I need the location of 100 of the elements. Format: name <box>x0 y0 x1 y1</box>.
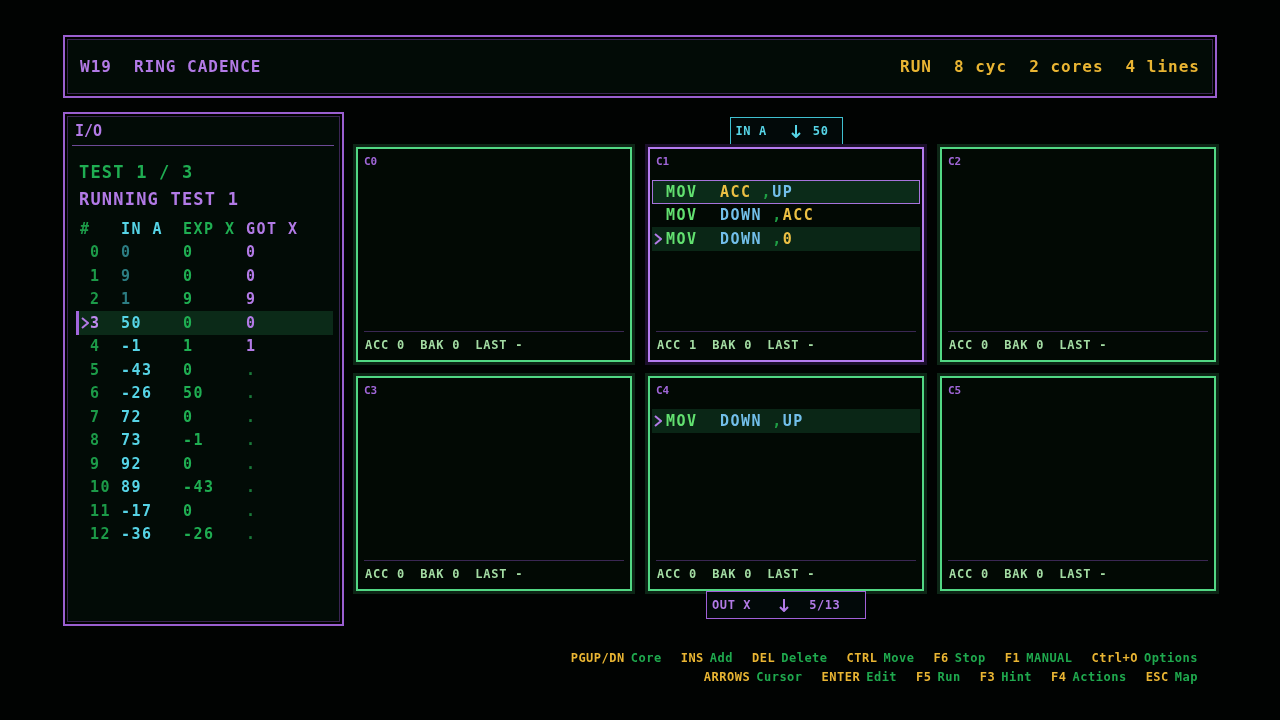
shortcut-hint: F5 Run <box>916 669 961 684</box>
shortcut-hint: PGUP/DN Core <box>570 650 662 665</box>
row-number: 6 <box>90 384 101 403</box>
expected-value: 0 <box>183 454 194 473</box>
expected-value: 9 <box>183 290 194 309</box>
register-readout: ACC 0 <box>949 566 990 581</box>
shortcut-hint: ESC Map <box>1145 669 1198 684</box>
shortcut-hint: ARROWS Cursor <box>703 669 803 684</box>
column-header: IN A <box>121 219 165 238</box>
input-value: -43 <box>121 360 153 379</box>
output-value: . <box>246 431 257 450</box>
expected-value: 0 <box>183 266 194 285</box>
register-readout: LAST - <box>767 337 816 352</box>
instruction-text: MOV DOWN ,ACC <box>666 206 815 225</box>
shortcut-hint: ENTER Edit <box>821 669 898 684</box>
output-value: . <box>246 384 257 403</box>
core-panel[interactable]: C0 ACC 0 BAK 0 LAST - <box>356 147 632 362</box>
down-arrow-icon <box>790 124 801 138</box>
core-name: C1 <box>656 155 670 168</box>
register-readout: BAK 0 <box>420 566 461 581</box>
shortcut-hint: INS Add <box>680 650 734 665</box>
shortcut-hint: F1 MANUAL <box>1004 650 1073 665</box>
input-value: -36 <box>121 525 153 544</box>
core-name: C3 <box>364 384 378 397</box>
register-readout: LAST - <box>1059 566 1108 581</box>
down-arrow-icon <box>779 598 790 612</box>
input-value: 73 <box>121 431 143 450</box>
shortcut-hint: F4 Actions <box>1051 669 1127 684</box>
expected-value: 0 <box>183 313 194 332</box>
row-number: 3 <box>90 313 101 332</box>
port-value: 5/13 <box>809 598 841 612</box>
expected-value: 50 <box>183 384 205 403</box>
row-number: 0 <box>90 243 101 262</box>
chevron-icon <box>654 414 662 427</box>
instruction-text: MOV DOWN ,0 <box>666 229 794 248</box>
register-readout: LAST - <box>767 566 816 581</box>
input-value: -17 <box>121 501 153 520</box>
register-readout: LAST - <box>475 337 524 352</box>
output-value: . <box>246 454 257 473</box>
core-panel[interactable]: C5 ACC 0 BAK 0 LAST - <box>940 376 1216 591</box>
row-number: 10 <box>90 478 112 497</box>
column-header: GOT X <box>246 219 300 238</box>
register-readout: ACC 0 <box>657 566 698 581</box>
column-header: # <box>80 219 92 238</box>
row-number: 1 <box>90 266 101 285</box>
instruction-text: MOV ACC ,UP <box>666 182 794 201</box>
row-number: 8 <box>90 431 101 450</box>
row-number: 5 <box>90 360 101 379</box>
core-name: C2 <box>948 155 962 168</box>
output-value: 0 <box>246 313 257 332</box>
header-stat: 2 cores <box>1029 57 1104 76</box>
puzzle-title: RING CADENCE <box>133 57 262 76</box>
panel-title: I/O <box>75 122 103 140</box>
expected-value: -26 <box>183 525 215 544</box>
input-value: -26 <box>121 384 153 403</box>
input-value: 89 <box>121 478 143 497</box>
input-value: 1 <box>121 290 132 309</box>
input-value: 50 <box>121 313 143 332</box>
register-readout: ACC 0 <box>949 337 990 352</box>
core-panel[interactable]: C2 ACC 0 BAK 0 LAST - <box>940 147 1216 362</box>
register-readout: BAK 0 <box>712 337 753 352</box>
shortcut-hint: DEL Delete <box>752 650 828 665</box>
port-label: OUT X <box>712 598 752 612</box>
input-value: 72 <box>121 407 143 426</box>
test-status: RUNNING TEST 1 <box>79 188 240 211</box>
shortcut-hint: CTRL Move <box>846 650 915 665</box>
port-label: IN A <box>735 124 767 138</box>
input-value: 92 <box>121 454 143 473</box>
core-name: C4 <box>656 384 670 397</box>
shortcut-hint: Ctrl+O Options <box>1091 650 1198 665</box>
core-panel[interactable]: C4 MOV DOWN ,UP ACC 0 BAK 0 LAST - <box>648 376 924 591</box>
row-number: 4 <box>90 337 101 356</box>
header-stat: 4 lines <box>1125 57 1200 76</box>
core-name: C0 <box>364 155 378 168</box>
test-counter: TEST 1 / 3 <box>79 161 194 184</box>
chevron-icon <box>81 316 89 329</box>
core-panel[interactable]: C3 ACC 0 BAK 0 LAST - <box>356 376 632 591</box>
output-value: . <box>246 407 257 426</box>
register-readout: LAST - <box>1059 337 1108 352</box>
register-readout: ACC 1 <box>657 337 698 352</box>
chevron-icon <box>654 232 662 245</box>
shortcut-hint: F6 Stop <box>933 650 986 665</box>
header-stat: RUN <box>900 57 932 76</box>
core-name: C5 <box>948 384 962 397</box>
output-value: 0 <box>246 243 257 262</box>
core-panel[interactable]: C1 MOV ACC ,UP MOV DOWN ,ACC MOV DOWN ,0 ACC 1 BAK 0 LAST - <box>648 147 924 362</box>
input-value: 0 <box>121 243 132 262</box>
register-readout: ACC 0 <box>365 566 406 581</box>
level-code: W19 <box>80 57 112 76</box>
register-readout: ACC 0 <box>365 337 406 352</box>
row-number: 2 <box>90 290 101 309</box>
expected-value: -43 <box>183 478 215 497</box>
row-number: 11 <box>90 501 112 520</box>
output-value: . <box>246 478 257 497</box>
expected-value: 0 <box>183 501 194 520</box>
register-readout: BAK 0 <box>1004 566 1045 581</box>
shortcut-hint: F3 Hint <box>979 669 1033 684</box>
expected-value: 0 <box>183 243 194 262</box>
register-readout: LAST - <box>475 566 524 581</box>
expected-value: 0 <box>183 407 194 426</box>
